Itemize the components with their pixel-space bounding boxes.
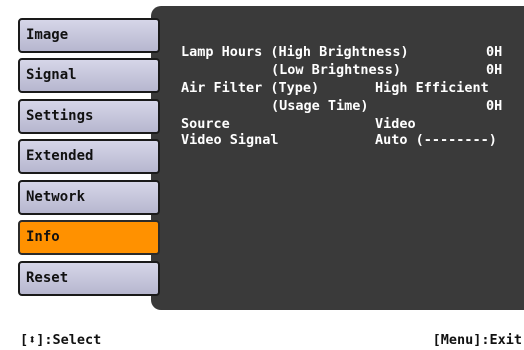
exit-hint: [Menu]:Exit bbox=[432, 332, 522, 348]
menu-item-reset-label: Reset bbox=[26, 270, 69, 286]
menu-item-info-label: Info bbox=[26, 229, 60, 245]
menu-item-settings[interactable]: Settings bbox=[18, 99, 160, 134]
source-label: Source bbox=[181, 116, 230, 132]
info-panel: Lamp Hours (High Brightness) 0H (Low Bri… bbox=[151, 6, 524, 310]
lamp-hours-label: Lamp Hours (High Brightness) bbox=[181, 44, 409, 60]
usage-time-label: (Usage Time) bbox=[271, 98, 369, 114]
menu-item-settings-label: Settings bbox=[26, 108, 94, 124]
usage-time-value: 0H bbox=[486, 98, 503, 114]
menu-item-extended-label: Extended bbox=[26, 148, 94, 164]
source-value: Video bbox=[375, 116, 416, 132]
projector-menu-screen: Lamp Hours (High Brightness) 0H (Low Bri… bbox=[0, 0, 524, 350]
low-brightness-label: (Low Brightness) bbox=[271, 62, 402, 78]
menu-item-network-label: Network bbox=[26, 189, 86, 205]
video-signal-value: Auto (--------) bbox=[375, 132, 497, 148]
air-filter-type-value: High Efficient bbox=[375, 80, 489, 96]
select-hint: [⬍]:Select bbox=[20, 332, 102, 348]
air-filter-type-label: Air Filter (Type) bbox=[181, 80, 320, 96]
menu-item-info[interactable]: Info bbox=[18, 220, 160, 255]
menu-item-image[interactable]: Image bbox=[18, 18, 160, 53]
menu-item-network[interactable]: Network bbox=[18, 180, 160, 215]
menu-item-reset[interactable]: Reset bbox=[18, 261, 160, 296]
lamp-hours-high-value: 0H bbox=[486, 44, 503, 60]
menu-item-image-label: Image bbox=[26, 27, 69, 43]
menu-item-signal[interactable]: Signal bbox=[18, 58, 160, 93]
video-signal-label: Video Signal bbox=[181, 132, 279, 148]
menu-item-signal-label: Signal bbox=[26, 67, 77, 83]
menu-item-extended[interactable]: Extended bbox=[18, 139, 160, 174]
lamp-hours-low-value: 0H bbox=[486, 62, 503, 78]
